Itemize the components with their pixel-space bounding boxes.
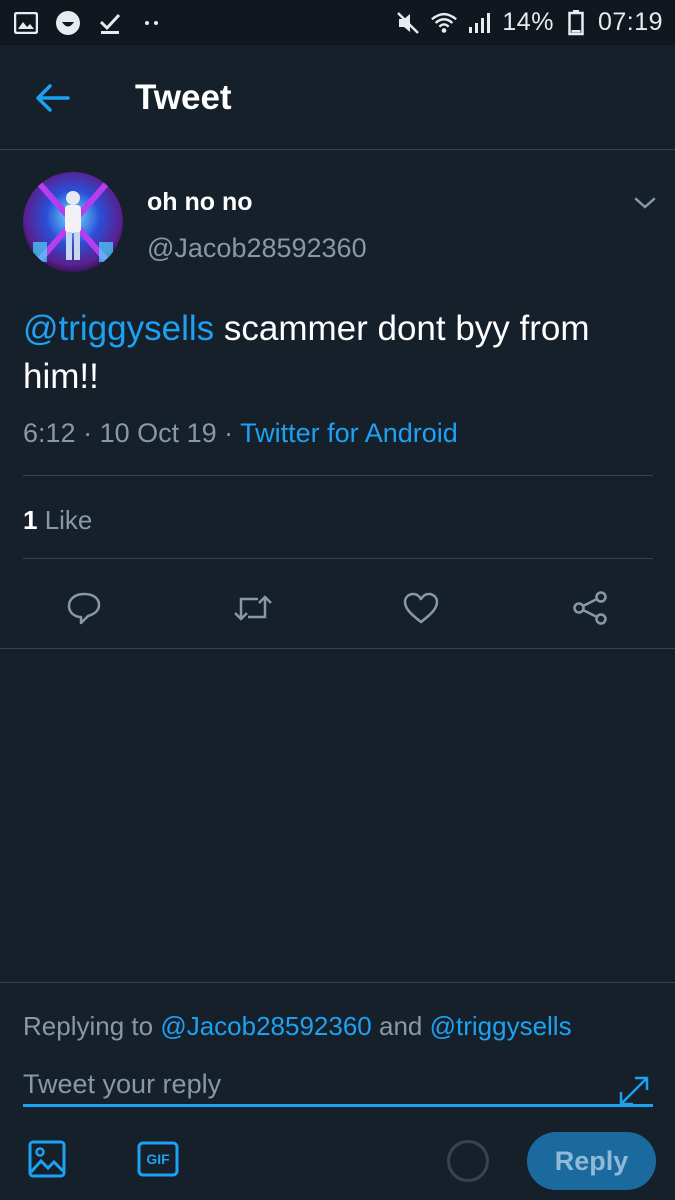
meta-separator: ·	[216, 418, 241, 448]
gif-label: GIF	[146, 1151, 170, 1167]
replying-user-link[interactable]: @Jacob28592360	[160, 1011, 371, 1041]
replying-prefix: Replying to	[23, 1011, 161, 1041]
character-counter	[447, 1140, 489, 1182]
clock: 07:19	[597, 8, 663, 36]
avatar[interactable]	[23, 172, 123, 272]
reply-icon	[67, 592, 101, 625]
more-notifications-icon	[138, 9, 166, 37]
download-done-icon	[96, 9, 124, 37]
battery-icon	[562, 9, 590, 37]
replying-and: and	[371, 1011, 430, 1041]
tweet-options-button[interactable]	[625, 188, 665, 218]
add-gif-button[interactable]: GIF	[134, 1135, 182, 1183]
retweet-action-button[interactable]	[223, 578, 283, 638]
chevron-down-icon	[634, 197, 656, 209]
back-button[interactable]	[28, 73, 78, 123]
expand-composer-button[interactable]	[614, 1071, 654, 1111]
back-arrow-icon	[36, 84, 70, 112]
likes-count[interactable]: 1 Like	[23, 505, 92, 536]
tweet-actions	[0, 578, 675, 638]
app-bar: Tweet	[0, 45, 675, 150]
wifi-icon	[430, 9, 458, 37]
retweet-icon	[234, 595, 272, 621]
divider	[0, 648, 675, 649]
reply-input[interactable]	[23, 1065, 653, 1107]
share-action-button[interactable]	[560, 578, 620, 638]
reply-composer: Replying to @Jacob28592360 and @triggyse…	[0, 982, 675, 1200]
page-title: Tweet	[135, 78, 232, 117]
like-action-button[interactable]	[391, 578, 451, 638]
divider	[23, 475, 653, 476]
heart-icon	[403, 592, 439, 624]
signal-icon	[466, 9, 494, 37]
replying-user-link[interactable]: @triggysells	[430, 1011, 572, 1041]
share-icon	[573, 591, 607, 625]
tweet-date: 10 Oct 19	[99, 418, 217, 448]
battery-percent: 14%	[502, 8, 554, 36]
gallery-notification-icon	[12, 9, 40, 37]
tweet-meta: 6:12 · 10 Oct 19 · Twitter for Android	[23, 418, 458, 449]
expand-icon	[619, 1076, 649, 1106]
display-name[interactable]: oh no no	[147, 188, 253, 217]
tweet-source-link[interactable]: Twitter for Android	[240, 418, 458, 448]
like-count-label: Like	[37, 505, 93, 535]
add-image-button[interactable]	[23, 1135, 71, 1183]
user-handle[interactable]: @Jacob28592360	[147, 233, 367, 264]
mention-link[interactable]: @triggysells	[23, 309, 214, 348]
emoji-notification-icon	[54, 9, 82, 37]
tweet-time: 6:12	[23, 418, 76, 448]
replying-to[interactable]: Replying to @Jacob28592360 and @triggyse…	[23, 1011, 572, 1042]
like-count-number: 1	[23, 505, 38, 535]
divider	[23, 558, 653, 559]
reply-action-button[interactable]	[54, 578, 114, 638]
mute-icon	[394, 9, 422, 37]
tweet-text: @triggysells scammer dont byy from him!!	[23, 305, 653, 401]
meta-separator: ·	[75, 418, 100, 448]
status-bar: 14% 07:19	[0, 0, 675, 45]
reply-button[interactable]: Reply	[527, 1132, 656, 1190]
image-icon	[28, 1140, 66, 1178]
